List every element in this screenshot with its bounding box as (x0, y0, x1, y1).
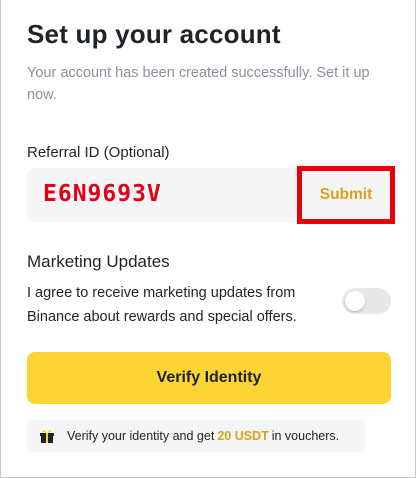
referral-id-field[interactable]: E6N9693V Submit (27, 166, 395, 224)
voucher-banner: Verify your identity and get 20 USDT in … (27, 420, 365, 452)
page-subtitle: Your account has been created successful… (27, 65, 370, 103)
gift-icon (39, 428, 55, 444)
voucher-amount: 20 USDT (217, 429, 269, 443)
verify-identity-button[interactable]: Verify Identity (27, 352, 391, 404)
marketing-updates-description: I agree to receive marketing updates fro… (27, 285, 297, 325)
voucher-text-after: in vouchers. (271, 429, 340, 443)
voucher-text-before: Verify your identity and get (67, 429, 215, 443)
referral-id-label: Referral ID (Optional) (27, 144, 170, 161)
toggle-knob (345, 291, 365, 311)
referral-id-value[interactable]: E6N9693V (43, 181, 162, 207)
submit-highlight-box: Submit (297, 166, 395, 224)
marketing-updates-title: Marketing Updates (27, 252, 170, 271)
page-title: Set up your account (27, 19, 281, 49)
setup-account-panel: Set up your account Your account has bee… (0, 0, 416, 478)
marketing-updates-toggle[interactable] (342, 288, 391, 314)
submit-button[interactable]: Submit (320, 186, 373, 204)
